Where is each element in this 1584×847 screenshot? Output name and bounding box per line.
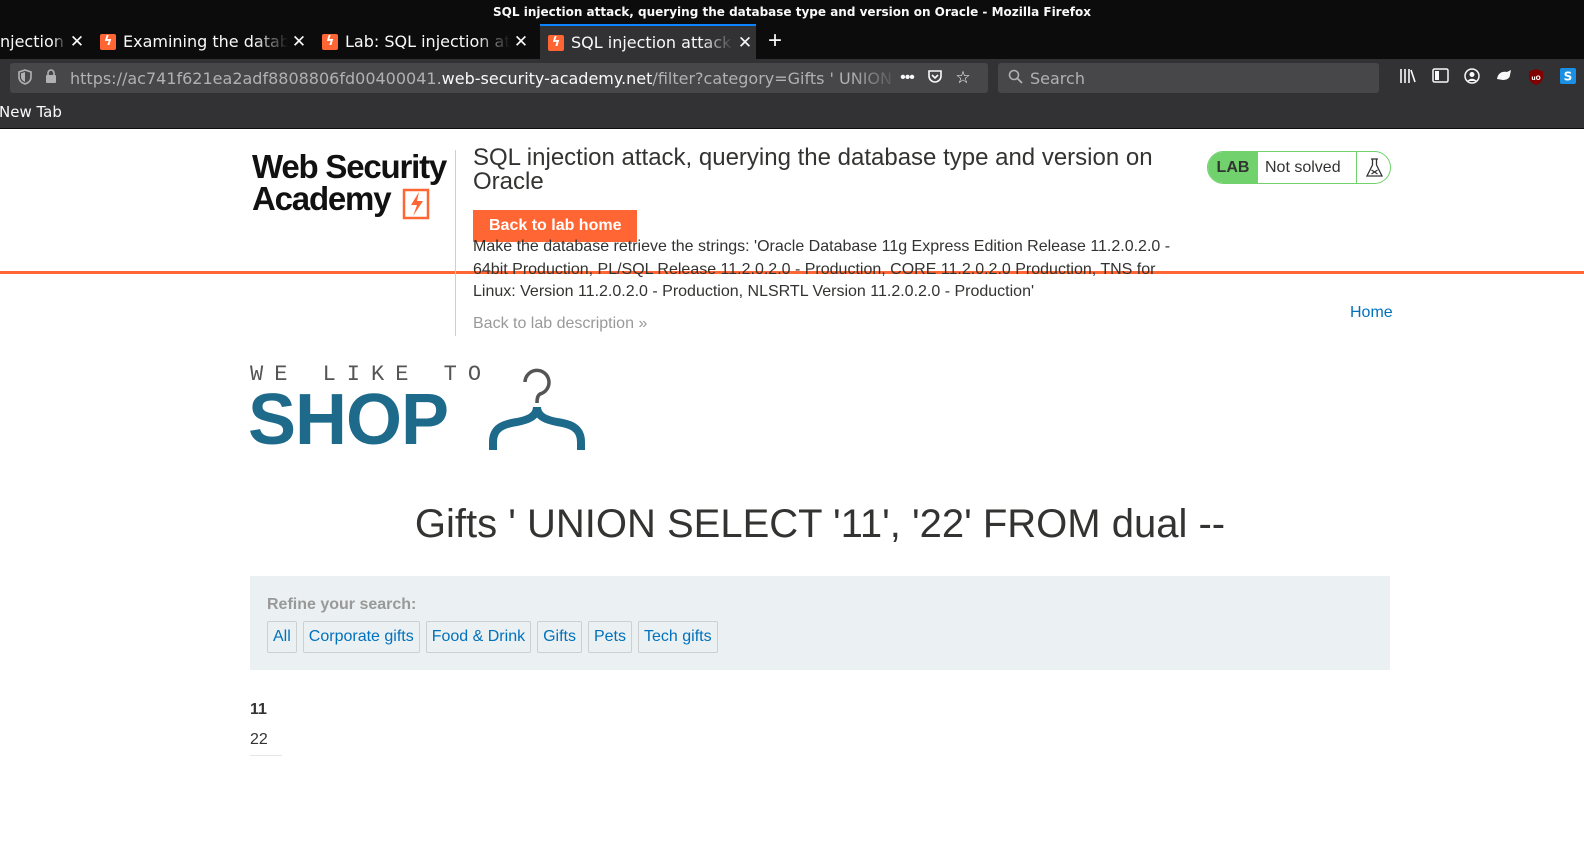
s-icon[interactable]: S <box>1558 68 1578 88</box>
tab-label: Examining the database <box>123 32 288 51</box>
back-to-lab-description-label: Back to lab description <box>473 315 634 332</box>
shield-icon[interactable] <box>16 69 34 87</box>
sidebar-icon[interactable] <box>1430 68 1450 88</box>
new-tab-button[interactable]: + <box>762 24 788 59</box>
flask-icon <box>1356 152 1390 183</box>
close-icon[interactable]: ✕ <box>734 33 756 53</box>
url-bar[interactable]: https://ac741f621ea2adf8808806fd00400041… <box>10 63 988 93</box>
search-input[interactable] <box>1030 63 1370 93</box>
tab-1[interactable]: njection? ✕ <box>0 24 88 59</box>
navigation-bar: https://ac741f621ea2adf8808806fd00400041… <box>0 59 1584 97</box>
filter-all[interactable]: All <box>267 621 297 653</box>
tab-label: njection? <box>0 32 66 51</box>
table-cell: 22 <box>250 725 282 756</box>
tab-strip: njection? ✕ ϟ Examining the database ✕ ϟ… <box>0 24 1584 59</box>
lock-icon[interactable] <box>42 69 60 87</box>
window-title: SQL injection attack, querying the datab… <box>0 0 1584 24</box>
portswigger-favicon-icon: ϟ <box>322 33 338 50</box>
filter-gifts[interactable]: Gifts <box>537 621 582 653</box>
bookmark-new-tab[interactable]: New Tab <box>0 103 62 121</box>
lightning-icon <box>402 188 430 220</box>
tab-4-active[interactable]: ϟ SQL injection attack, querying ✕ <box>540 24 756 59</box>
home-link[interactable]: Home <box>1350 304 1393 322</box>
pocket-icon[interactable] <box>926 69 944 87</box>
bookmarks-toolbar: New Tab <box>0 97 1584 129</box>
lab-status-widget: LAB Not solved <box>1207 151 1391 184</box>
status-badge: Not solved <box>1265 159 1341 176</box>
tab-label: Lab: SQL injection attack <box>345 32 510 51</box>
close-icon[interactable]: ✕ <box>510 32 532 52</box>
table-header-row: 11 <box>250 695 282 725</box>
lab-badge: LAB <box>1208 152 1258 183</box>
results-table: 11 22 <box>250 695 282 756</box>
shop-logo-word: SHOP <box>248 380 449 460</box>
close-icon[interactable]: ✕ <box>66 32 88 52</box>
account-icon[interactable] <box>1462 68 1482 88</box>
table-row: 22 <box>250 725 282 756</box>
lab-description: Make the database retrieve the strings: … <box>473 238 1171 300</box>
search-icon <box>1006 69 1024 87</box>
back-to-lab-description-link[interactable]: Back to lab description » <box>473 315 647 333</box>
filter-box: Refine your search: All Corporate gifts … <box>250 576 1390 670</box>
lab-title: SQL injection attack, querying the datab… <box>473 144 1153 195</box>
svg-text:uO: uO <box>1531 75 1540 82</box>
extension-icon[interactable] <box>1494 68 1514 88</box>
header-vertical-divider <box>455 150 456 336</box>
tab-label: SQL injection attack, querying <box>571 33 734 52</box>
tab-3[interactable]: ϟ Lab: SQL injection attack ✕ <box>322 24 532 59</box>
search-bar[interactable] <box>998 63 1379 93</box>
portswigger-favicon-icon: ϟ <box>100 33 116 50</box>
we-like-to-shop-logo[interactable]: WE LIKE TO SHOP <box>248 362 610 460</box>
url-text[interactable]: https://ac741f621ea2adf8808806fd00400041… <box>70 69 900 88</box>
table-header-cell: 11 <box>250 701 267 718</box>
logo-line-2: Academy <box>252 180 392 217</box>
url-prefix: https://ac741f621ea2adf8808806fd00400041… <box>70 69 442 88</box>
star-icon[interactable]: ☆ <box>954 69 972 87</box>
filter-food-drink[interactable]: Food & Drink <box>425 621 532 653</box>
hanger-icon <box>489 368 585 450</box>
web-page: Web Security Academy SQL injection attac… <box>0 130 1584 847</box>
url-host: web-security-academy.net <box>441 69 653 88</box>
svg-text:S: S <box>1564 70 1573 84</box>
library-icon[interactable] <box>1398 68 1418 88</box>
refine-search-label: Refine your search: <box>267 596 417 613</box>
web-security-academy-logo[interactable]: Web Security Academy <box>252 150 452 220</box>
tab-2[interactable]: ϟ Examining the database ✕ <box>100 24 310 59</box>
ublock-icon[interactable]: uO <box>1526 68 1546 88</box>
filter-corporate-gifts[interactable]: Corporate gifts <box>302 621 420 653</box>
close-icon[interactable]: ✕ <box>288 32 310 52</box>
url-path: /filter?category=Gifts ' UNION SELECT <box>652 69 900 88</box>
category-filters: All Corporate gifts Food & Drink Gifts P… <box>267 621 718 653</box>
double-chevron-right-icon: » <box>638 315 648 332</box>
filter-tech-gifts[interactable]: Tech gifts <box>638 621 718 653</box>
category-heading: Gifts ' UNION SELECT '11', '22' FROM dua… <box>414 502 1226 546</box>
logo-line-1: Web Security <box>252 148 447 185</box>
filter-pets[interactable]: Pets <box>587 621 632 653</box>
portswigger-favicon-icon: ϟ <box>548 34 564 51</box>
more-icon[interactable]: ••• <box>898 69 916 87</box>
